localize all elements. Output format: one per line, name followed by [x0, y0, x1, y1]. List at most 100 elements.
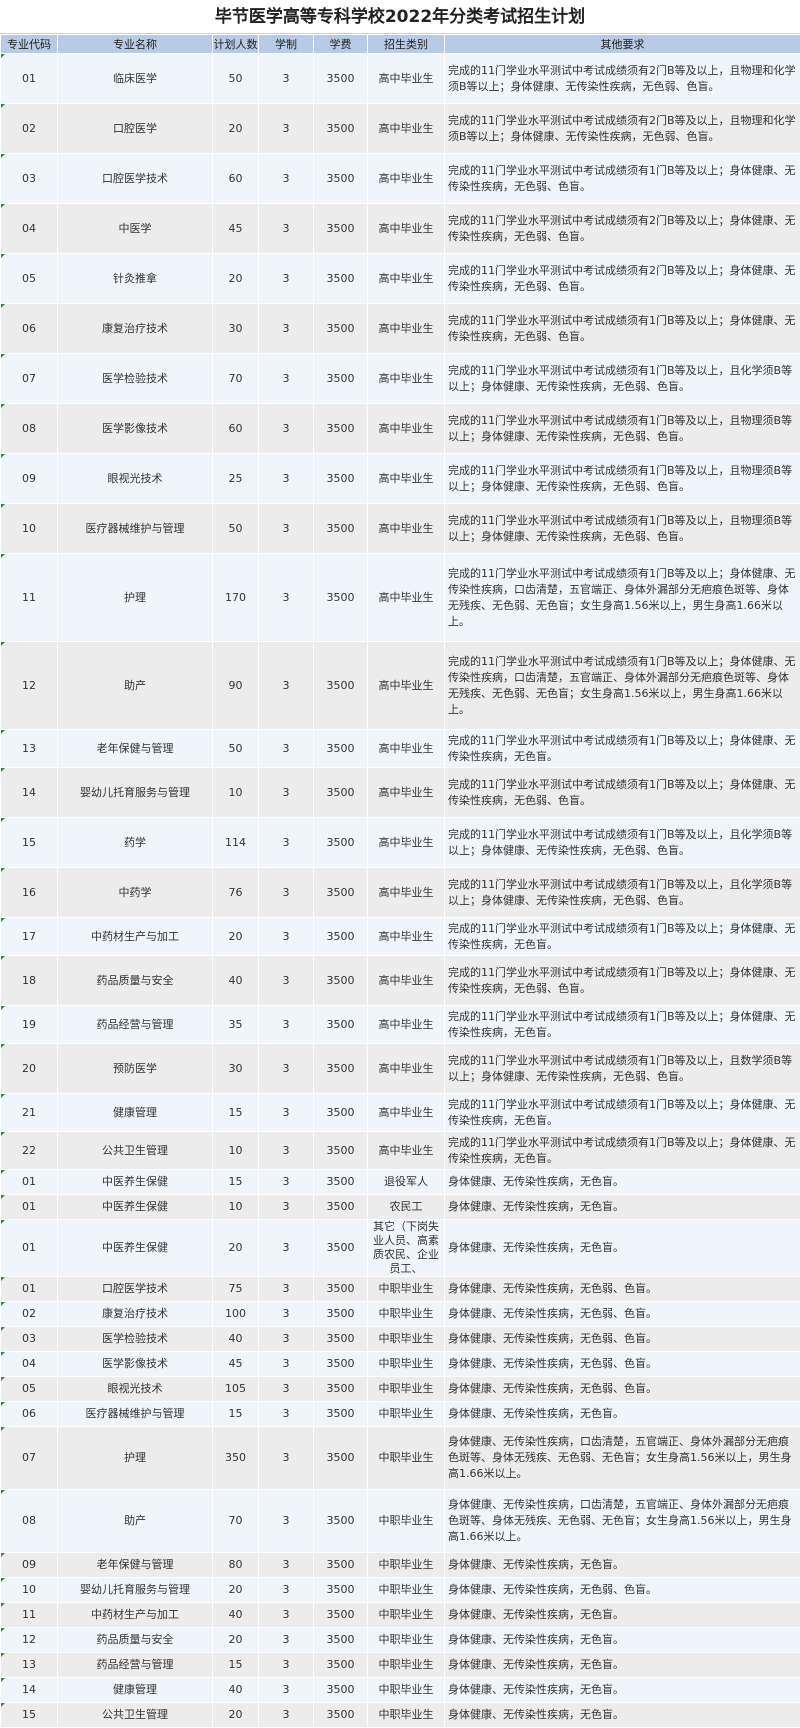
- category-cell: 高中毕业生: [368, 454, 445, 504]
- major-name-cell: 公共卫生管理: [58, 1132, 213, 1170]
- duration-cell: 3: [259, 454, 314, 504]
- duration-cell: 3: [259, 956, 314, 1006]
- code-cell: 03: [1, 1327, 58, 1352]
- tuition-cell: 3500: [314, 956, 368, 1006]
- duration-cell: 3: [259, 1377, 314, 1402]
- major-name-cell: 助产: [58, 1490, 213, 1553]
- plan-count-cell: 50: [213, 54, 259, 104]
- tuition-cell: 3500: [314, 1302, 368, 1327]
- duration-cell: 3: [259, 1277, 314, 1302]
- plan-count-cell: 20: [213, 254, 259, 304]
- table-row: 04中医学4533500高中毕业生完成的11门学业水平测试中考试成绩须有2门B等…: [1, 204, 800, 254]
- plan-count-cell: 100: [213, 1302, 259, 1327]
- table-row: 01临床医学5033500高中毕业生完成的11门学业水平测试中考试成绩须有2门B…: [1, 54, 800, 104]
- plan-count-cell: 15: [213, 1094, 259, 1132]
- category-cell: 高中毕业生: [368, 768, 445, 818]
- duration-cell: 3: [259, 1628, 314, 1653]
- duration-cell: 3: [259, 868, 314, 918]
- category-cell: 高中毕业生: [368, 504, 445, 554]
- code-cell: 14: [1, 1678, 58, 1703]
- plan-count-cell: 350: [213, 1427, 259, 1490]
- plan-count-cell: 75: [213, 1277, 259, 1302]
- requirement-cell: 身体健康、无传染性疾病，无色弱、色盲。: [445, 1277, 800, 1302]
- requirement-cell: 身体健康、无传染性疾病，无色弱、色盲。: [445, 1578, 800, 1603]
- tuition-cell: 3500: [314, 104, 368, 154]
- category-cell: 中职毕业生: [368, 1678, 445, 1703]
- code-cell: 01: [1, 1277, 58, 1302]
- category-cell: 中职毕业生: [368, 1490, 445, 1553]
- category-cell: 高中毕业生: [368, 554, 445, 642]
- requirement-cell: 完成的11门学业水平测试中考试成绩须有1门B等及以上，且化学须B等以上；身体健康…: [445, 818, 800, 868]
- requirement-cell: 身体健康、无传染性疾病，无色弱、色盲。: [445, 1302, 800, 1327]
- major-name-cell: 中医学: [58, 204, 213, 254]
- code-cell: 09: [1, 1553, 58, 1578]
- duration-cell: 3: [259, 154, 314, 204]
- code-cell: 08: [1, 1490, 58, 1553]
- table-row: 14健康管理4033500中职毕业生身体健康、无传染性疾病，无色盲。: [1, 1678, 800, 1703]
- plan-count-cell: 15: [213, 1170, 259, 1195]
- header-category: 招生类别: [368, 35, 445, 54]
- code-cell: 10: [1, 1578, 58, 1603]
- requirement-cell: 完成的11门学业水平测试中考试成绩须有1门B等及以上；身体健康、无传染性疾病，无…: [445, 304, 800, 354]
- duration-cell: 3: [259, 642, 314, 730]
- table-row: 05针灸推拿2033500高中毕业生完成的11门学业水平测试中考试成绩须有2门B…: [1, 254, 800, 304]
- requirement-cell: 完成的11门学业水平测试中考试成绩须有2门B等及以上；身体健康、无传染性疾病，无…: [445, 254, 800, 304]
- major-name-cell: 护理: [58, 554, 213, 642]
- duration-cell: 3: [259, 254, 314, 304]
- tuition-cell: 3500: [314, 1427, 368, 1490]
- major-name-cell: 老年保健与管理: [58, 1553, 213, 1578]
- tuition-cell: 3500: [314, 1094, 368, 1132]
- duration-cell: 3: [259, 1195, 314, 1220]
- code-cell: 14: [1, 768, 58, 818]
- requirement-cell: 完成的11门学业水平测试中考试成绩须有1门B等及以上，且物理须B等以上；身体健康…: [445, 404, 800, 454]
- plan-count-cell: 25: [213, 454, 259, 504]
- table-row: 07医学检验技术7033500高中毕业生完成的11门学业水平测试中考试成绩须有1…: [1, 354, 800, 404]
- table-row: 11中药材生产与加工4033500中职毕业生身体健康、无传染性疾病，无色盲。: [1, 1603, 800, 1628]
- major-name-cell: 口腔医学技术: [58, 1277, 213, 1302]
- requirement-cell: 完成的11门学业水平测试中考试成绩须有1门B等及以上；身体健康、无传染性疾病，无…: [445, 730, 800, 768]
- major-name-cell: 康复治疗技术: [58, 304, 213, 354]
- major-name-cell: 老年保健与管理: [58, 730, 213, 768]
- category-cell: 高中毕业生: [368, 104, 445, 154]
- major-name-cell: 药品经营与管理: [58, 1653, 213, 1678]
- duration-cell: 3: [259, 1302, 314, 1327]
- tuition-cell: 3500: [314, 54, 368, 104]
- table-row: 07护理35033500中职毕业生身体健康、无传染性疾病，口齿清楚，五官端正、身…: [1, 1427, 800, 1490]
- major-name-cell: 医学影像技术: [58, 404, 213, 454]
- duration-cell: 3: [259, 204, 314, 254]
- plan-count-cell: 70: [213, 354, 259, 404]
- duration-cell: 3: [259, 104, 314, 154]
- table-row: 04医学影像技术4533500中职毕业生身体健康、无传染性疾病，无色弱、色盲。: [1, 1352, 800, 1377]
- tuition-cell: 3500: [314, 1553, 368, 1578]
- requirement-cell: 完成的11门学业水平测试中考试成绩须有1门B等及以上，且化学须B等以上；身体健康…: [445, 868, 800, 918]
- category-cell: 高中毕业生: [368, 1094, 445, 1132]
- code-cell: 04: [1, 1352, 58, 1377]
- category-cell: 高中毕业生: [368, 918, 445, 956]
- category-cell: 中职毕业生: [368, 1302, 445, 1327]
- code-cell: 15: [1, 818, 58, 868]
- major-name-cell: 医学检验技术: [58, 1327, 213, 1352]
- duration-cell: 3: [259, 818, 314, 868]
- requirement-cell: 完成的11门学业水平测试中考试成绩须有1门B等及以上，且化学须B等以上；身体健康…: [445, 354, 800, 404]
- duration-cell: 3: [259, 768, 314, 818]
- table-row: 15药学11433500高中毕业生完成的11门学业水平测试中考试成绩须有1门B等…: [1, 818, 800, 868]
- tuition-cell: 3500: [314, 1678, 368, 1703]
- tuition-cell: 3500: [314, 254, 368, 304]
- requirement-cell: 完成的11门学业水平测试中考试成绩须有2门B等及以上；身体健康、无传染性疾病，无…: [445, 204, 800, 254]
- plan-count-cell: 45: [213, 1352, 259, 1377]
- requirement-cell: 身体健康、无传染性疾病，无色盲。: [445, 1195, 800, 1220]
- requirement-cell: 完成的11门学业水平测试中考试成绩须有1门B等及以上，且物理须B等以上；身体健康…: [445, 454, 800, 504]
- duration-cell: 3: [259, 354, 314, 404]
- category-cell: 高中毕业生: [368, 1006, 445, 1044]
- tuition-cell: 3500: [314, 868, 368, 918]
- plan-count-cell: 30: [213, 1044, 259, 1094]
- tuition-cell: 3500: [314, 730, 368, 768]
- code-cell: 03: [1, 154, 58, 204]
- category-cell: 高中毕业生: [368, 730, 445, 768]
- plan-count-cell: 20: [213, 1220, 259, 1277]
- major-name-cell: 康复治疗技术: [58, 1302, 213, 1327]
- plan-count-cell: 60: [213, 154, 259, 204]
- major-name-cell: 中医养生保健: [58, 1195, 213, 1220]
- code-cell: 05: [1, 1377, 58, 1402]
- table-row: 10医疗器械维护与管理5033500高中毕业生完成的11门学业水平测试中考试成绩…: [1, 504, 800, 554]
